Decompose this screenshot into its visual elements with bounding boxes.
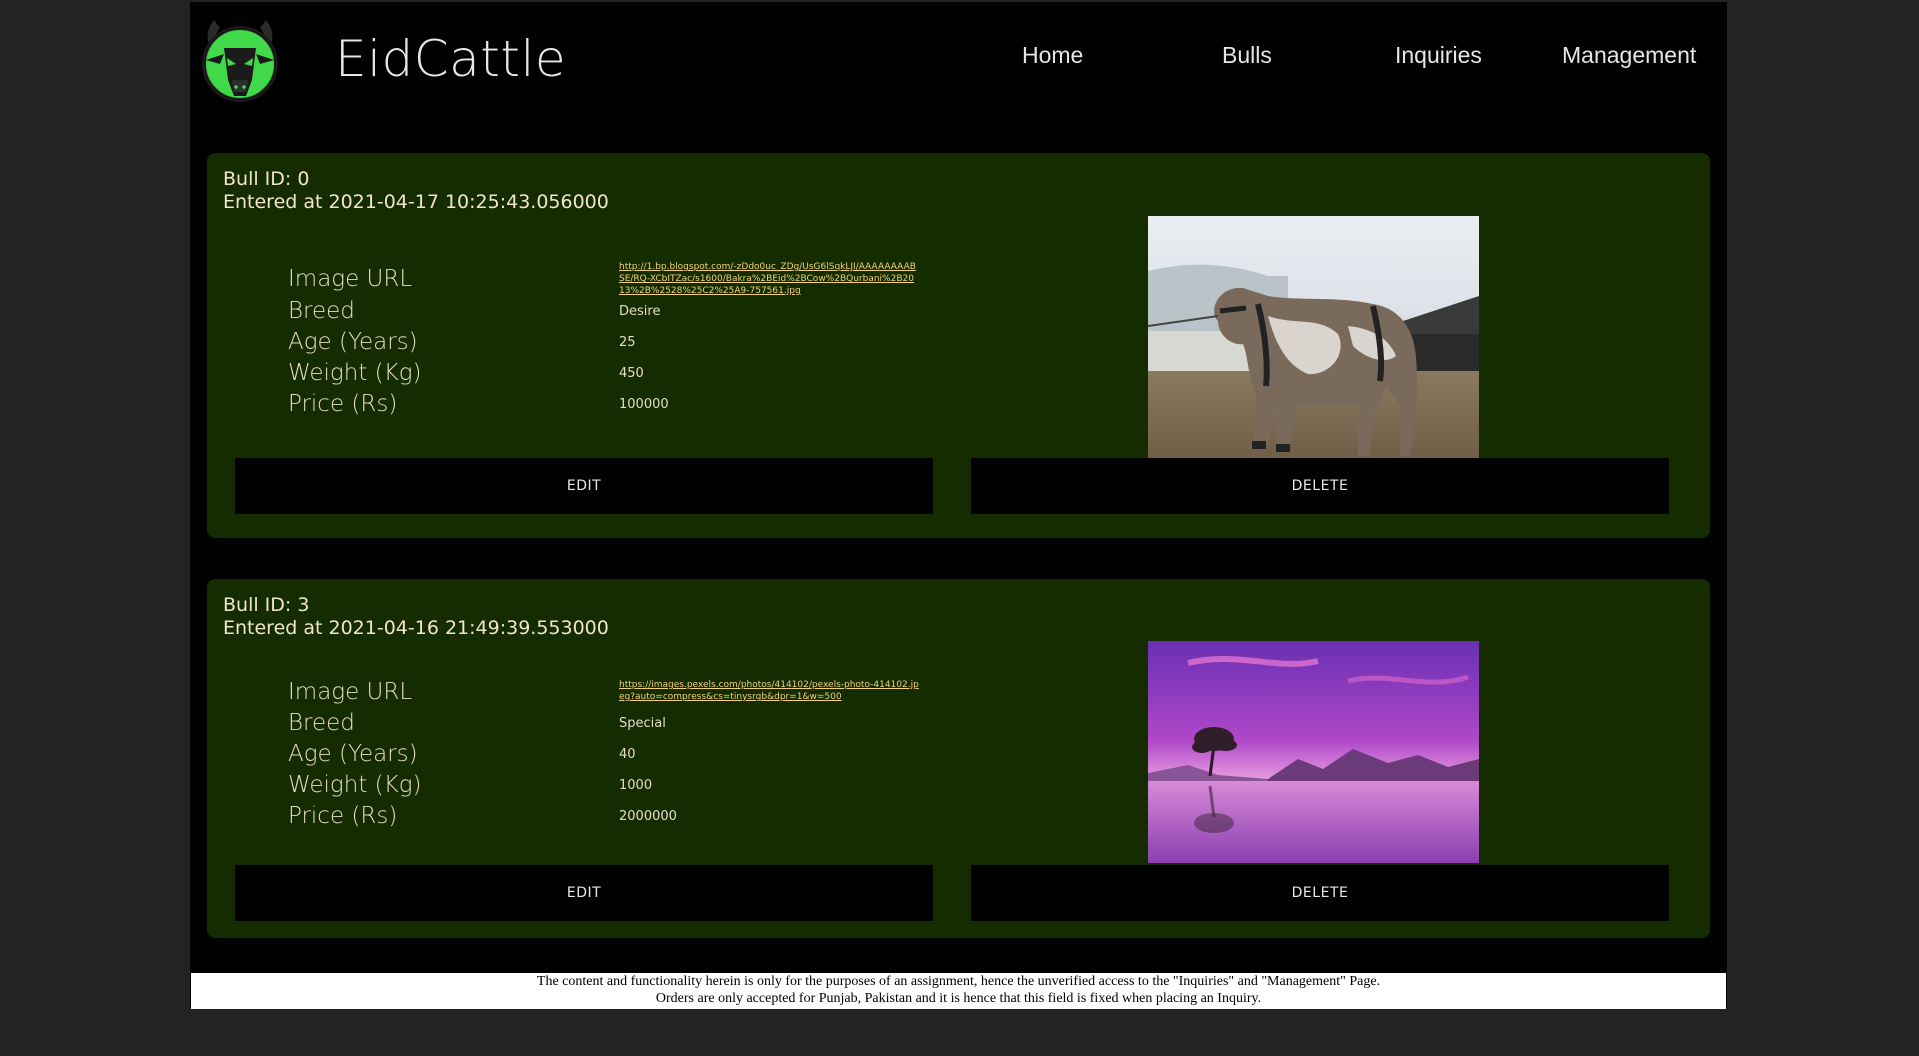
age-label: Age (Years) [288,741,418,767]
main-nav: Home Bulls Inquiries Management [190,42,1727,76]
image-url-label: Image URL [288,266,413,292]
footer-notice: The content and functionality herein is … [191,973,1726,1009]
breed-value: Desire [619,304,661,319]
nav-management-link[interactable]: Management [1562,42,1696,69]
bull-id: Bull ID: 3 [223,594,310,616]
breed-label: Breed [288,710,355,736]
bull-card: Bull ID: 3 Entered at 2021-04-16 21:49:3… [207,579,1710,938]
image-url-label: Image URL [288,679,413,705]
price-value: 2000000 [619,809,677,824]
nav-bulls-link[interactable]: Bulls [1222,42,1272,69]
edit-button[interactable]: EDIT [235,865,933,921]
age-value: 40 [619,747,636,762]
bull-photo [1148,641,1479,863]
weight-value: 1000 [619,778,653,793]
edit-button[interactable]: EDIT [235,458,933,514]
price-label: Price (Rs) [288,391,398,417]
breed-value: Special [619,716,666,731]
page-container: EidCattle Home Bulls Inquiries Managemen… [190,2,1727,1009]
breed-label: Breed [288,298,355,324]
entered-at: Entered at 2021-04-17 10:25:43.056000 [223,191,609,213]
delete-button[interactable]: DELETE [971,458,1669,514]
bull-card: Bull ID: 0 Entered at 2021-04-17 10:25:4… [207,153,1710,538]
price-label: Price (Rs) [288,803,398,829]
image-url-link[interactable]: http://1.bp.blogspot.com/-zDdo0uc_ZDg/Us… [619,261,919,297]
footer-line-1: The content and functionality herein is … [536,974,1381,989]
age-label: Age (Years) [288,329,418,355]
weight-label: Weight (Kg) [288,772,422,798]
nav-home-link[interactable]: Home [1022,42,1083,69]
entered-at: Entered at 2021-04-16 21:49:39.553000 [223,617,609,639]
site-header: EidCattle Home Bulls Inquiries Managemen… [190,2,1727,122]
bull-photo [1148,216,1479,464]
footer-line-2: Orders are only accepted for Punjab, Pak… [655,991,1262,1006]
delete-button[interactable]: DELETE [971,865,1669,921]
price-value: 100000 [619,397,669,412]
nav-inquiries-link[interactable]: Inquiries [1395,42,1482,69]
bull-id: Bull ID: 0 [223,168,310,190]
image-url-link[interactable]: https://images.pexels.com/photos/414102/… [619,679,919,703]
age-value: 25 [619,335,636,350]
weight-label: Weight (Kg) [288,360,422,386]
weight-value: 450 [619,366,644,381]
